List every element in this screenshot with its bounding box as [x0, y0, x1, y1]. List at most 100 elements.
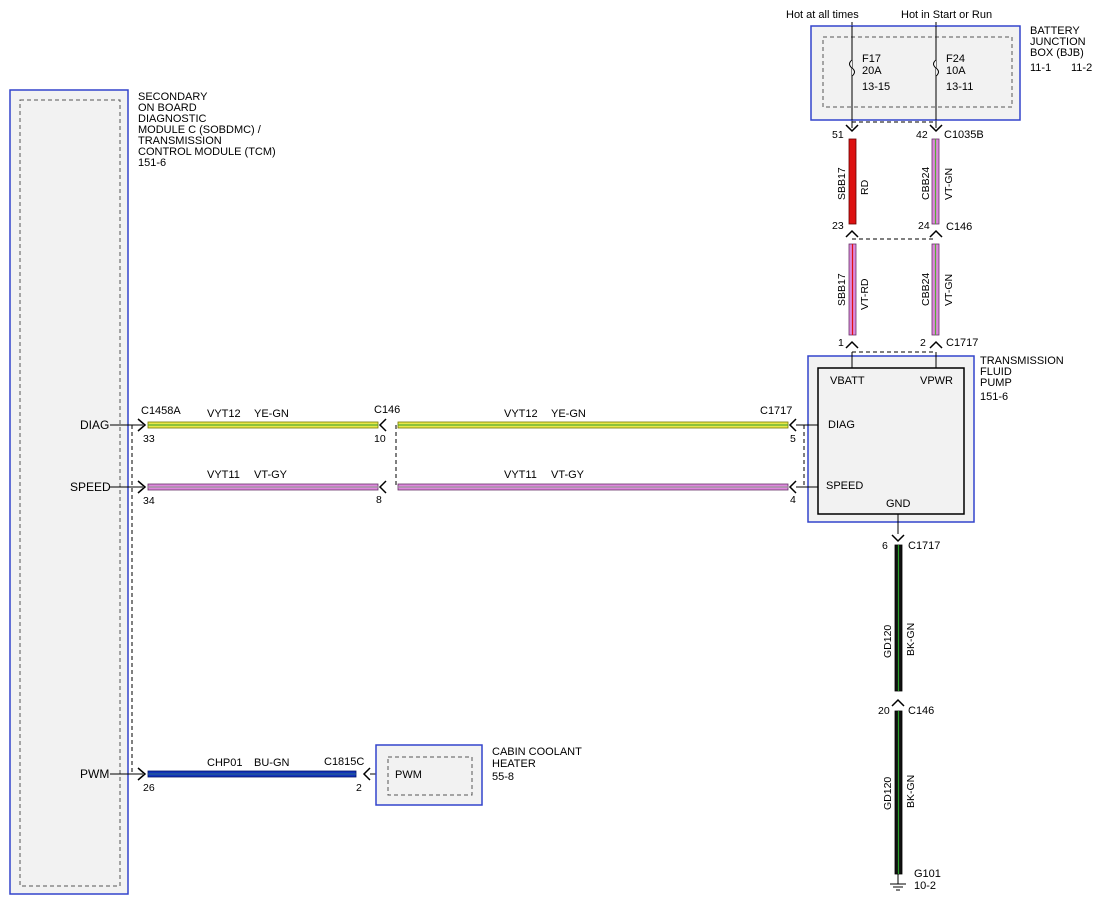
c146-power-left-arrow [845, 229, 859, 238]
c1815c-arrow [362, 767, 371, 781]
wire-cbb24-upper-circuit: CBB24 [920, 167, 932, 200]
diag-circuit: VYT12 YE-GN C146 10 VYT12 YE-GN C1717 5 [137, 404, 818, 445]
c1035b-pin-42: 42 [916, 129, 928, 141]
fuse-f17-name: F17 [862, 53, 881, 65]
wire-diag-right-color: YE-GN [551, 408, 586, 420]
c146-power-label: C146 [946, 221, 972, 233]
wire-sbb17-lower-circuit: SBB17 [836, 273, 848, 306]
pump-title-line-3: PUMP [980, 377, 1012, 389]
c1815c-label: C1815C [324, 756, 364, 768]
ground-g101-ref: 10-2 [914, 880, 936, 892]
pump-pin-gnd: GND [886, 498, 911, 510]
heater-pin-pwm: PWM [395, 769, 422, 781]
pump-pin-vbatt: VBATT [830, 375, 865, 387]
wire-speed-left-circuit: VYT11 [207, 469, 240, 481]
wire-diag-left-color: YE-GN [254, 408, 289, 420]
wire-gnd-lower-color: BK-GN [905, 775, 917, 808]
wire-sbb17-upper [848, 138, 857, 225]
c1717-diag-arrow [788, 418, 797, 432]
c1815c-pin-2: 2 [356, 782, 362, 794]
power-wires-upper: SBB17 RD CBB24 VT-GN [836, 138, 955, 225]
connector-c1717-power: 1 2 C1717 [838, 337, 978, 353]
wire-sbb17-upper-circuit: SBB17 [836, 167, 848, 200]
wire-sbb17-upper-color: RD [859, 179, 871, 195]
pump-pin-diag: DIAG [828, 419, 855, 431]
c1717-power-label: C1717 [946, 337, 978, 349]
c1717-ground-label: C1717 [908, 540, 940, 552]
connector-c1035b: 51 42 C1035B [832, 121, 984, 141]
power-wires-lower: SBB17 VT-RD CBB24 VT-GN [836, 243, 955, 336]
c1717-power-right-arrow [929, 340, 943, 349]
wire-cbb24-lower-color: VT-GN [943, 274, 955, 306]
c146-power-right-arrow [929, 229, 943, 238]
c1717-pin-2: 2 [920, 337, 926, 349]
fuse-f17-rating: 20A [862, 65, 882, 77]
c146-pin-10: 10 [374, 433, 386, 445]
heater-title-line-3: 55-8 [492, 771, 514, 783]
c1717-pin-4: 4 [790, 494, 796, 506]
pump-title-line-4: 151-6 [980, 391, 1008, 403]
bjb-title-line-3: BOX (BJB) [1030, 47, 1084, 59]
c1035b-pin-51: 51 [832, 129, 844, 141]
c146-ground-label: C146 [908, 705, 934, 717]
wire-gnd-upper-color: BK-GN [905, 623, 917, 656]
wiring-diagram: SECONDARY ON BOARD DIAGNOSTIC MODULE C (… [9, 9, 1092, 895]
heater-title-line-1: CABIN COOLANT [492, 746, 582, 758]
c146-gnd-arrow [891, 698, 905, 707]
bjb-ref-2: 11-2 [1071, 62, 1092, 74]
wire-diag-left-circuit: VYT12 [207, 408, 241, 420]
c146-speed-arrow [378, 480, 387, 494]
source-hot-start-run: Hot in Start or Run [901, 9, 992, 21]
c1717-speed-arrow [788, 480, 797, 494]
wire-gnd-upper-circuit: GD120 [882, 625, 894, 658]
c1717-signal-label: C1717 [760, 405, 792, 417]
pump-inner-box [817, 367, 965, 515]
tcm-pin-speed-label: SPEED [70, 480, 111, 494]
bjb-outline [810, 25, 1021, 121]
tcm-pin-33: 33 [143, 433, 155, 445]
c146-pin-23: 23 [832, 220, 844, 232]
c146-pin-8: 8 [376, 494, 382, 506]
c146-pin-20: 20 [878, 705, 890, 717]
tcm-pin-pwm-label: PWM [80, 767, 109, 781]
tcm-pin-diag-label: DIAG [80, 418, 109, 432]
wire-pwm-circuit: CHP01 [207, 757, 242, 769]
battery-junction-box: Hot at all times Hot in Start or Run F17… [786, 9, 1092, 128]
c1717-pin-5: 5 [790, 433, 796, 445]
fuse-f24-ref: 13-11 [946, 81, 973, 93]
ground-circuit: 6 C1717 GD120 BK-GN 20 C146 GD120 BK-GN … [878, 514, 941, 892]
c1717-power-left-arrow [845, 340, 859, 349]
wire-gnd-lower-circuit: GD120 [882, 777, 894, 810]
wire-cbb24-upper-color: VT-GN [943, 168, 955, 200]
c146-pin-24: 24 [918, 220, 930, 232]
c1458a-label: C1458A [141, 405, 181, 417]
wire-speed-right-color: VT-GY [551, 469, 585, 481]
pump-pin-speed: SPEED [826, 480, 863, 492]
tcm-title-line-7: 151-6 [138, 157, 166, 169]
speed-circuit: VYT11 VT-GY 8 VYT11 VT-GY 4 [137, 425, 818, 506]
wire-diag-right-circuit: VYT12 [504, 408, 538, 420]
pump-pin-vpwr: VPWR [920, 375, 953, 387]
wire-speed-left-color: VT-GY [254, 469, 288, 481]
c146-signal-label: C146 [374, 404, 400, 416]
bjb-ref-1: 11-1 [1030, 62, 1051, 74]
fuse-f17-ref: 13-15 [862, 81, 890, 93]
pwm-circuit: CHP01 BU-GN C1815C 2 [137, 756, 388, 794]
ground-g101-label: G101 [914, 868, 941, 880]
wire-sbb17-lower-color: VT-RD [859, 278, 871, 310]
source-hot-all-times: Hot at all times [786, 9, 859, 21]
transmission-fluid-pump: VBATT VPWR DIAG SPEED GND TRANSMISSION F… [807, 352, 1064, 523]
tcm-pin-26: 26 [143, 782, 155, 794]
wire-pwm-color: BU-GN [254, 757, 290, 769]
fuse-f24-name: F24 [946, 53, 965, 65]
tcm-pin-34: 34 [143, 495, 155, 507]
heater-title-line-2: HEATER [492, 758, 536, 770]
ground-symbol-icon [890, 874, 906, 891]
c1717-pin-6: 6 [882, 540, 888, 552]
fuse-f24-rating: 10A [946, 65, 966, 77]
wire-speed-right-circuit: VYT11 [504, 469, 537, 481]
cabin-coolant-heater: PWM CABIN COOLANT HEATER 55-8 [375, 744, 582, 806]
c1717-gnd-arrow [891, 534, 905, 543]
wire-cbb24-lower-circuit: CBB24 [920, 273, 932, 306]
heater-outline [375, 744, 483, 806]
